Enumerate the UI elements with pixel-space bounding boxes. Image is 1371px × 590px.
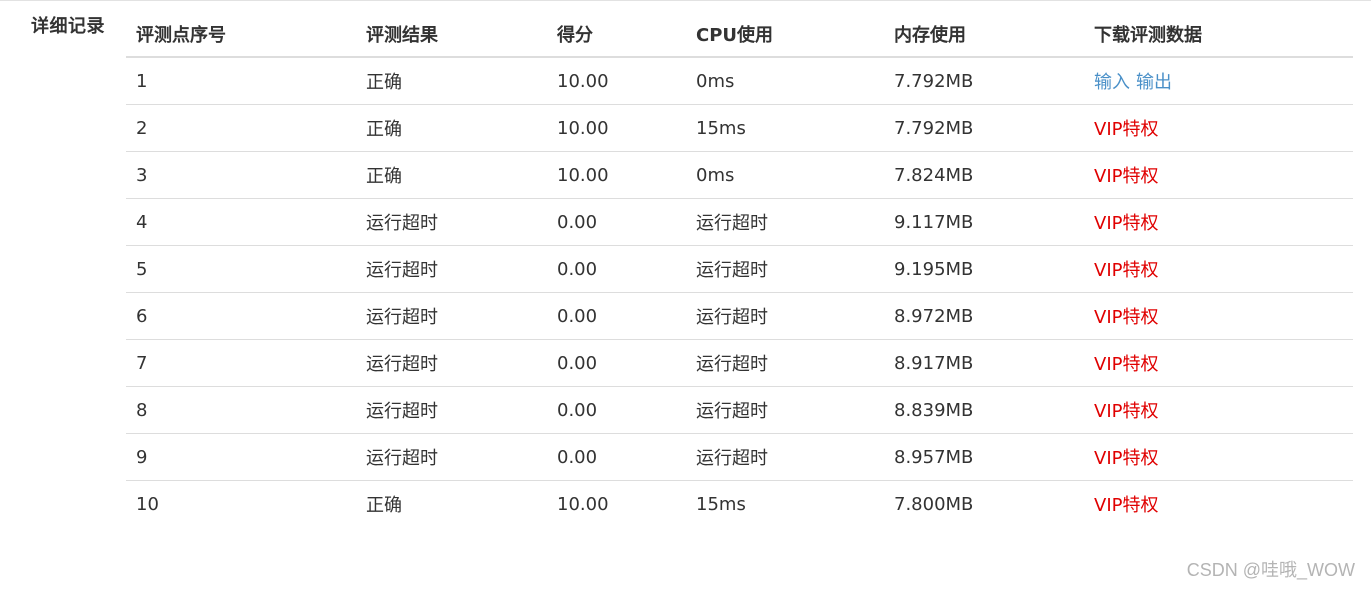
cell-case-number: 2 [126, 104, 356, 152]
table-row: 7 运行超时 0.00 运行超时 8.917MB VIP特权 [126, 339, 1353, 387]
top-divider [0, 0, 1371, 1]
cell-result: 运行超时 [356, 292, 547, 340]
vip-privilege-label: VIP特权 [1094, 307, 1159, 328]
cell-score: 0.00 [547, 245, 686, 293]
table-row: 6 运行超时 0.00 运行超时 8.972MB VIP特权 [126, 292, 1353, 340]
cell-memory: 9.117MB [884, 198, 1084, 246]
watermark: CSDN @哇哦_WOW [1186, 560, 1355, 580]
cell-memory: 7.792MB [884, 104, 1084, 152]
vip-privilege-label: VIP特权 [1094, 354, 1159, 375]
header-memory: 内存使用 [884, 12, 1084, 58]
cell-download: VIP特权 [1084, 481, 1353, 528]
cell-score: 10.00 [547, 57, 686, 105]
cell-memory: 7.792MB [884, 57, 1084, 105]
vip-privilege-label: VIP特权 [1094, 448, 1159, 469]
download-input-link[interactable]: 输入 [1094, 72, 1130, 93]
vip-privilege-label: VIP特权 [1094, 213, 1159, 234]
vip-privilege-label: VIP特权 [1094, 260, 1159, 281]
table-row: 4 运行超时 0.00 运行超时 9.117MB VIP特权 [126, 198, 1353, 246]
cell-memory: 7.800MB [894, 493, 974, 515]
table-row: 8 运行超时 0.00 运行超时 8.839MB VIP特权 [126, 386, 1353, 434]
cell-download: VIP特权 [1084, 198, 1353, 246]
cell-download: VIP特权 [1084, 433, 1353, 481]
cell-memory: 9.195MB [884, 245, 1084, 293]
cell-case-number: 3 [126, 151, 356, 199]
download-output-link[interactable]: 输出 [1136, 72, 1172, 93]
records-table: 评测点序号 评测结果 得分 CPU使用 内存使用 下载评测数据 1 正确 10.… [126, 12, 1353, 527]
cell-result: 正确 [356, 104, 547, 152]
vip-privilege-label: VIP特权 [1094, 166, 1159, 187]
cell-download: VIP特权 [1084, 104, 1353, 152]
page: 详细记录 评测点序号 评测结果 得分 CPU使用 内存使用 下载评测数据 1 正… [0, 0, 1371, 590]
cell-case-number: 10 [136, 493, 159, 515]
cell-score: 10.00 [547, 104, 686, 152]
table-row: 1 正确 10.00 0ms 7.792MB 输入 输出 [126, 57, 1353, 105]
table-row: 3 正确 10.00 0ms 7.824MB VIP特权 [126, 151, 1353, 199]
cell-memory: 7.824MB [884, 151, 1084, 199]
table-row: 9 运行超时 0.00 运行超时 8.957MB VIP特权 [126, 433, 1353, 481]
cell-result: 运行超时 [356, 198, 547, 246]
cell-cpu: 运行超时 [686, 433, 884, 481]
vip-privilege-label: VIP特权 [1094, 119, 1159, 140]
cell-result: 运行超时 [356, 245, 547, 293]
cell-case-number: 6 [126, 292, 356, 340]
header-cpu: CPU使用 [686, 12, 884, 58]
cell-cpu: 运行超时 [686, 339, 884, 387]
cell-result: 正确 [356, 57, 547, 105]
vip-privilege-label: VIP特权 [1094, 401, 1159, 422]
cell-download: VIP特权 [1084, 151, 1353, 199]
cell-case-number: 1 [126, 57, 356, 105]
cell-score: 0.00 [547, 292, 686, 340]
cell-result: 运行超时 [356, 339, 547, 387]
section-title: 详细记录 [31, 16, 105, 37]
cell-memory: 8.917MB [884, 339, 1084, 387]
cell-cpu: 运行超时 [686, 245, 884, 293]
cell-memory: 8.957MB [884, 433, 1084, 481]
table-row: 2 正确 10.00 15ms 7.792MB VIP特权 [126, 104, 1353, 152]
table-header-row: 评测点序号 评测结果 得分 CPU使用 内存使用 下载评测数据 [126, 12, 1353, 58]
vip-privilege-label: VIP特权 [1094, 495, 1159, 516]
cell-download: VIP特权 [1084, 245, 1353, 293]
cell-cpu: 0ms [686, 57, 884, 105]
cell-score: 10.00 [557, 493, 609, 515]
table-row: 10 正确 10.00 15ms 7.800MB VIP特权 [126, 481, 1353, 528]
cell-result: 正确 [356, 151, 547, 199]
cell-score: 0.00 [547, 198, 686, 246]
cell-cpu: 运行超时 [686, 292, 884, 340]
header-result: 评测结果 [356, 12, 547, 58]
header-download: 下载评测数据 [1084, 12, 1353, 58]
cell-case-number: 9 [126, 433, 356, 481]
cell-case-number: 5 [126, 245, 356, 293]
cell-score: 0.00 [547, 386, 686, 434]
cell-result: 运行超时 [356, 386, 547, 434]
cell-download: VIP特权 [1084, 339, 1353, 387]
header-score: 得分 [547, 12, 686, 58]
cell-cpu: 15ms [686, 104, 884, 152]
cell-score: 0.00 [547, 339, 686, 387]
cell-cpu: 0ms [686, 151, 884, 199]
cell-result: 正确 [366, 495, 402, 516]
header-case-number: 评测点序号 [126, 12, 356, 58]
cell-memory: 8.839MB [884, 386, 1084, 434]
table-row: 5 运行超时 0.00 运行超时 9.195MB VIP特权 [126, 245, 1353, 293]
cell-download: 输入 输出 [1084, 57, 1353, 105]
cell-download: VIP特权 [1084, 386, 1353, 434]
cell-memory: 8.972MB [884, 292, 1084, 340]
cell-cpu: 运行超时 [686, 386, 884, 434]
cell-case-number: 7 [126, 339, 356, 387]
cell-score: 0.00 [547, 433, 686, 481]
cell-download: VIP特权 [1084, 292, 1353, 340]
cell-case-number: 4 [126, 198, 356, 246]
cell-result: 运行超时 [356, 433, 547, 481]
cell-score: 10.00 [547, 151, 686, 199]
cell-cpu: 15ms [696, 493, 746, 515]
cell-cpu: 运行超时 [686, 198, 884, 246]
cell-case-number: 8 [126, 386, 356, 434]
